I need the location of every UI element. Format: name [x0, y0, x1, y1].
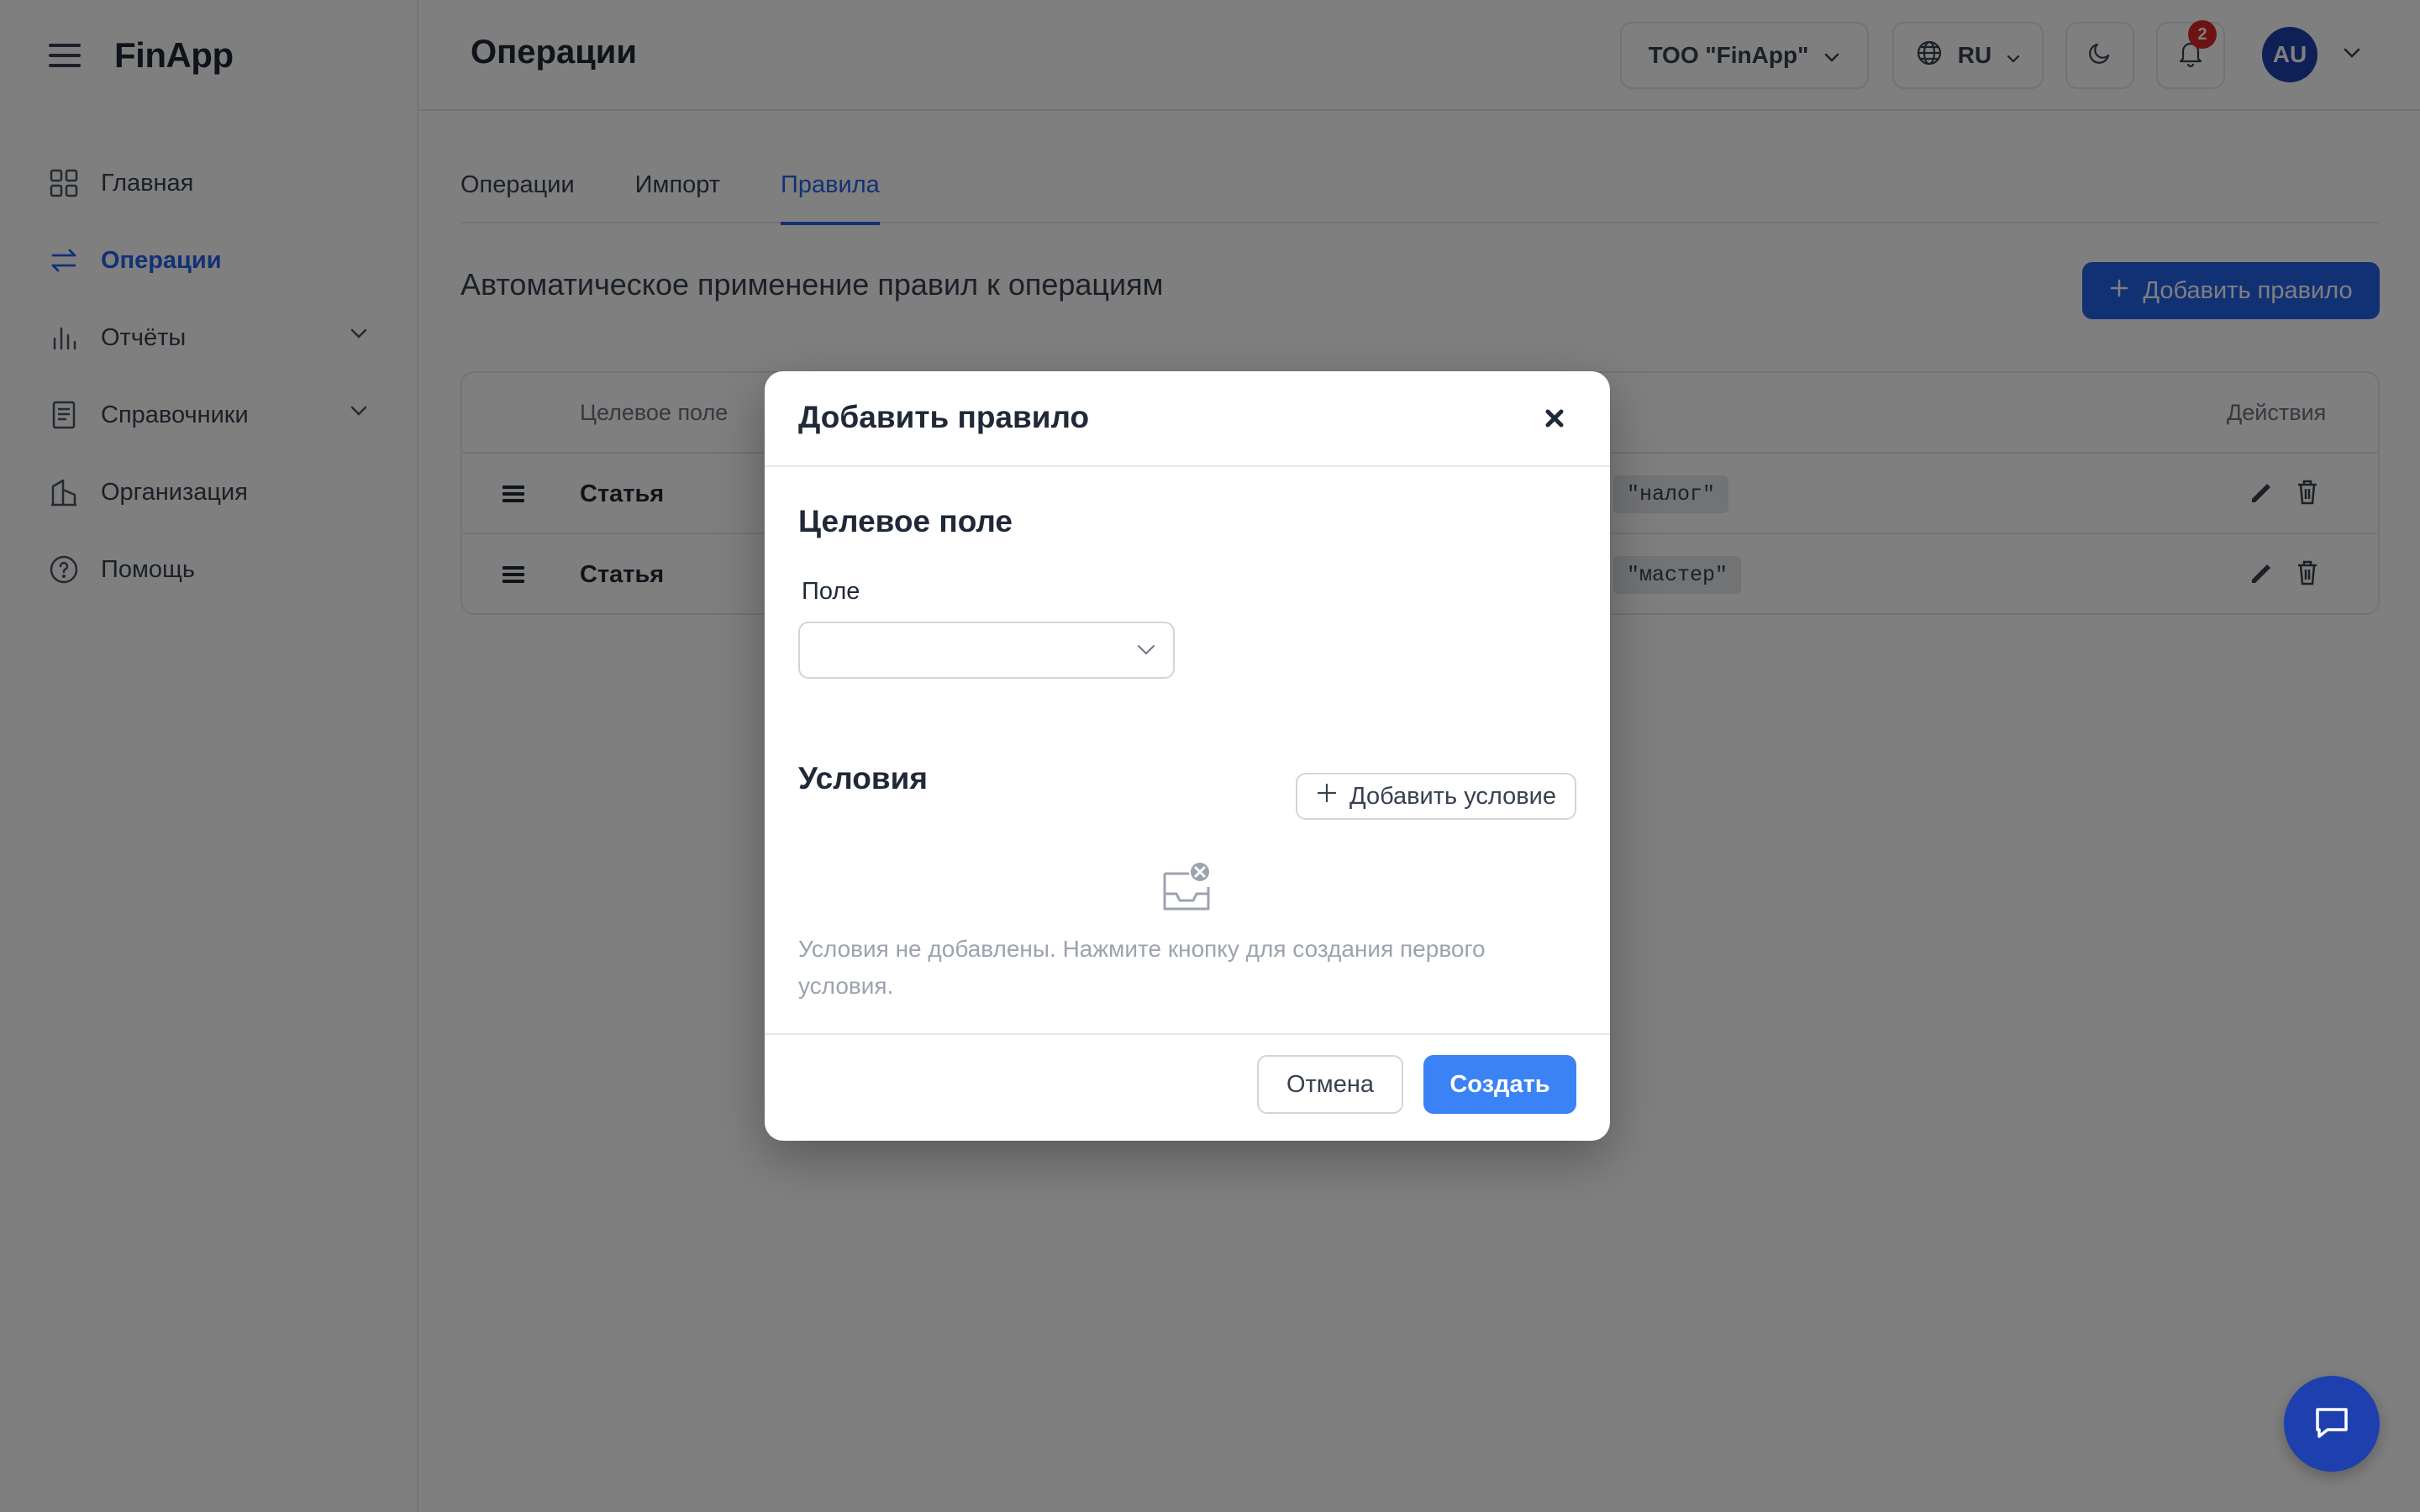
add-condition-label: Добавить условие — [1349, 782, 1556, 810]
close-icon[interactable] — [1541, 405, 1568, 432]
empty-inbox-icon — [1160, 860, 1213, 918]
create-button[interactable]: Создать — [1423, 1055, 1576, 1114]
empty-conditions-message: Условия не добавлены. Нажмите кнопку для… — [798, 936, 1486, 999]
chat-button[interactable] — [2284, 1376, 2380, 1472]
conditions-section-title: Условия — [798, 761, 928, 795]
modal-title: Добавить правило — [798, 400, 1090, 434]
field-label: Поле — [802, 578, 860, 605]
cancel-button[interactable]: Отмена — [1257, 1055, 1403, 1114]
plus-icon — [1316, 782, 1338, 811]
modal-header: Добавить правило — [765, 371, 1610, 467]
add-rule-modal: Добавить правило Целевое поле Поле Услов… — [765, 371, 1610, 1141]
modal-body: Целевое поле Поле Условия Добавить услов… — [765, 467, 1610, 1033]
modal-footer: Отмена Создать — [765, 1033, 1610, 1141]
target-field-section-title: Целевое поле — [798, 504, 1013, 538]
add-condition-button[interactable]: Добавить условие — [1296, 773, 1576, 820]
field-select[interactable] — [798, 622, 1175, 679]
chat-icon — [2311, 1401, 2353, 1447]
chevron-down-icon — [1136, 643, 1156, 661]
